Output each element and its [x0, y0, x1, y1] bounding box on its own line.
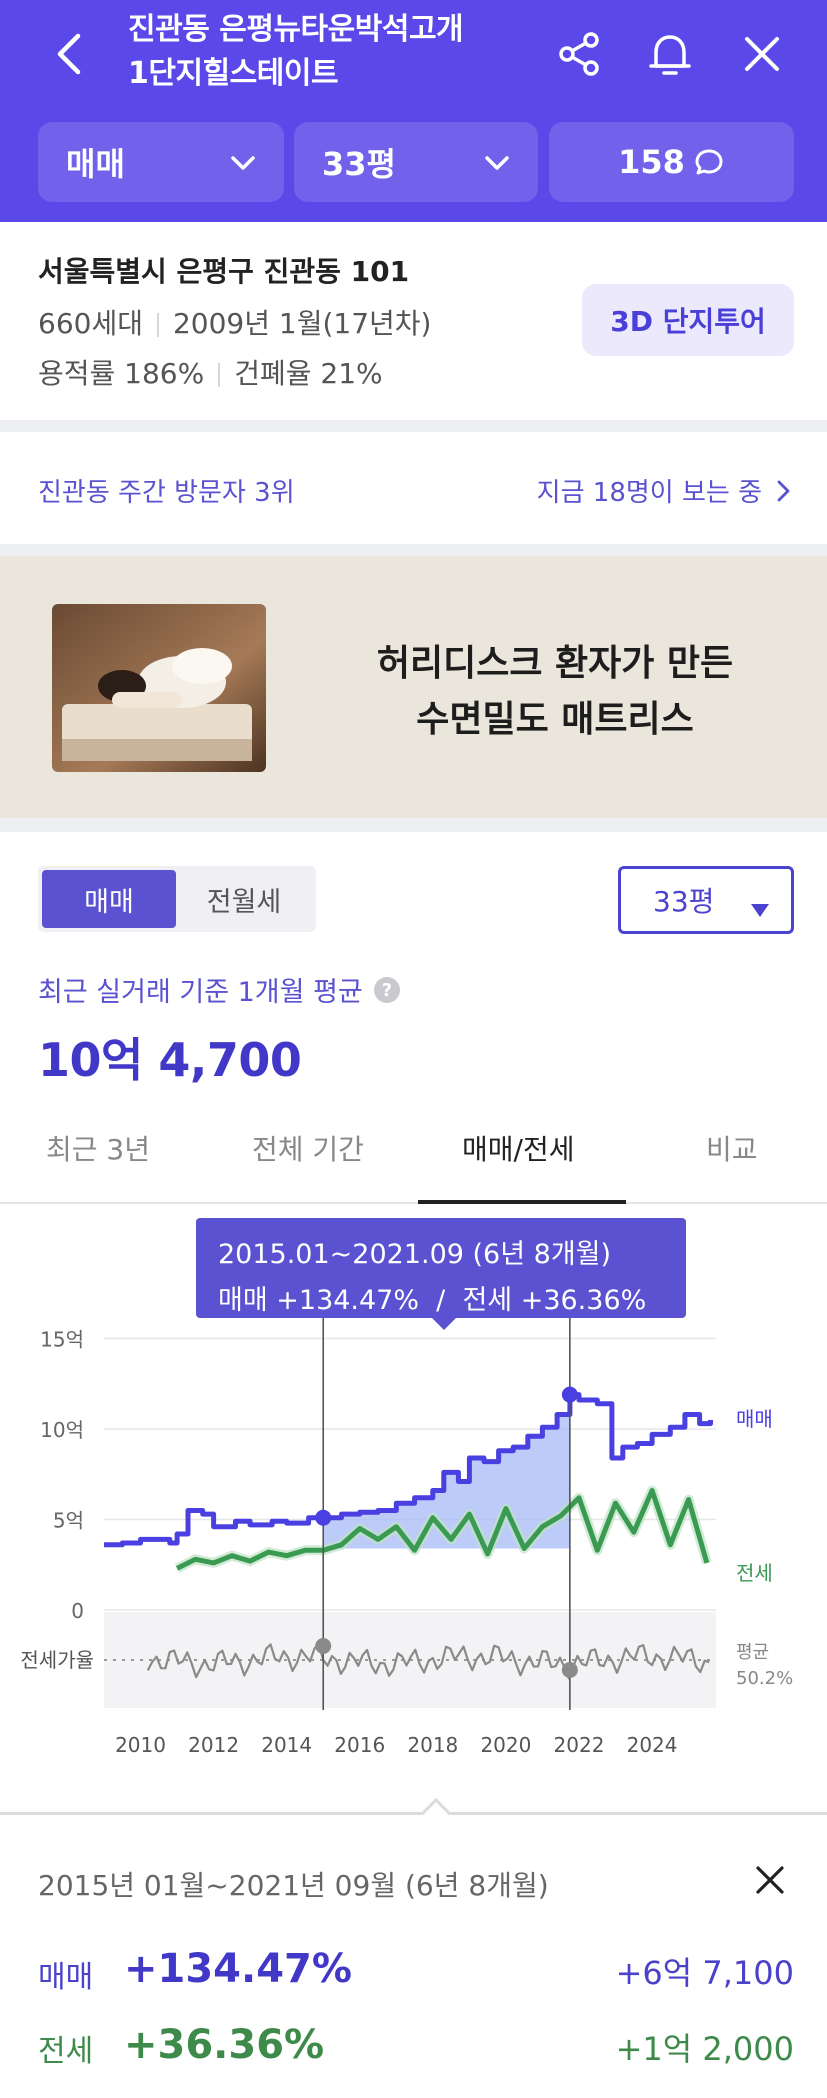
- built-year: 2009년 1월(17년차): [172, 307, 432, 340]
- back-arrow-icon: [57, 33, 81, 75]
- segment-rent[interactable]: 전월세: [176, 870, 312, 928]
- trade-type-dropdown[interactable]: 매매: [38, 122, 284, 202]
- ad-banner[interactable]: 허리디스크 환자가 만든 수면밀도 매트리스: [0, 556, 827, 818]
- ratio-start-point: [315, 1638, 332, 1654]
- x-tick-label: 2020: [480, 1733, 531, 1757]
- viewers-text: 지금 18명이 보는 중: [536, 478, 762, 508]
- section-divider: [0, 544, 827, 556]
- selection-end-point: [561, 1386, 578, 1403]
- summary-close-button[interactable]: [748, 1858, 792, 1902]
- size-value: 33평: [322, 145, 396, 183]
- section-divider: [0, 818, 827, 832]
- summary-sale-change: +134.47%: [124, 1946, 352, 1992]
- x-tick-label: 2022: [554, 1733, 605, 1757]
- y-tick-label: 5억: [53, 1509, 84, 1533]
- chevron-right-icon: [772, 478, 794, 504]
- size-select[interactable]: 33평: [618, 866, 794, 934]
- close-button[interactable]: [734, 26, 790, 82]
- section-divider: [0, 420, 827, 432]
- summary-rent-amount: +1억 2,000: [615, 2030, 794, 2068]
- complex-ratio-line: 용적률 186% 건폐율 21%: [38, 352, 383, 392]
- title-line-1: 진관동 은평뉴타운박석고개: [128, 12, 464, 47]
- title-line-2: 1단지힐스테이트: [128, 56, 339, 91]
- 3d-tour-button[interactable]: 3D 단지투어: [582, 284, 794, 356]
- selection-start-point: [315, 1509, 332, 1526]
- visitor-rank: 진관동 주간 방문자 3위: [38, 478, 295, 508]
- tab-sale-vs-rent[interactable]: 매매/전세: [462, 1128, 574, 1168]
- selection-tooltip: 2015.01~2021.09 (6년 8개월) 매매 +134.47% / 전…: [196, 1218, 686, 1318]
- building-coverage: 건폐율 21%: [234, 357, 383, 390]
- ad-image: [52, 604, 266, 772]
- ratio-average-value: 50.2%: [736, 1668, 793, 1689]
- ratio-average-label: 평균: [736, 1642, 769, 1663]
- size-dropdown[interactable]: 33평: [294, 122, 538, 202]
- floor-area-ratio: 용적률 186%: [38, 357, 205, 390]
- ad-line-1: 허리디스크 환자가 만든: [376, 643, 734, 684]
- comments-button[interactable]: 158: [549, 122, 794, 202]
- close-icon: [745, 37, 779, 71]
- segment-sale[interactable]: 매매: [42, 870, 176, 928]
- chevron-down-icon: [228, 148, 258, 178]
- size-select-value: 33평: [653, 885, 715, 918]
- x-tick-label: 2016: [334, 1733, 385, 1757]
- x-tick-label: 2014: [261, 1733, 312, 1757]
- summary-sale-amount: +6억 7,100: [615, 1954, 794, 1992]
- summary-rent-label: 전세: [38, 2034, 94, 2069]
- average-price: 10억 4,700: [38, 1033, 302, 1087]
- households: 660세대: [38, 307, 143, 340]
- ratio-end-point: [561, 1662, 578, 1678]
- series-label-sale: 매매: [736, 1407, 773, 1431]
- panel-divider: [0, 1812, 827, 1815]
- back-button[interactable]: [48, 26, 94, 82]
- help-icon[interactable]: ?: [373, 976, 401, 1004]
- x-tick-label: 2018: [407, 1733, 458, 1757]
- separator: [218, 363, 221, 387]
- active-tab-indicator: [418, 1200, 626, 1204]
- chevron-down-icon: [482, 148, 512, 178]
- x-tick-label: 2024: [627, 1733, 678, 1757]
- complex-address: 서울특별시 은평구 진관동 101: [38, 255, 410, 288]
- svg-text:?: ?: [382, 980, 392, 1001]
- caret-down-icon: [751, 892, 769, 917]
- summary-sale-label: 매매: [38, 1960, 94, 1995]
- tab-all-period[interactable]: 전체 기간: [252, 1128, 364, 1168]
- tooltip-period: 2015.01~2021.09 (6년 8개월): [218, 1239, 612, 1270]
- comment-count: 158: [618, 143, 685, 181]
- summary-period: 2015년 01월~2021년 09월 (6년 8개월): [38, 1869, 549, 1902]
- share-icon: [559, 32, 599, 76]
- series-label-rent: 전세: [736, 1561, 773, 1585]
- ad-line-2: 수면밀도 매트리스: [416, 699, 694, 740]
- tab-recent-3y[interactable]: 최근 3년: [46, 1128, 150, 1168]
- app-header: 진관동 은평뉴타운박석고개 1단지힐스테이트 매매 33평 158: [0, 0, 827, 222]
- summary-rent-change: +36.36%: [124, 2022, 325, 2068]
- y-tick-label: 0: [71, 1599, 84, 1623]
- share-button[interactable]: [551, 26, 607, 82]
- page-title: 진관동 은평뉴타운박석고개 1단지힐스테이트: [128, 8, 548, 96]
- y-tick-label: 15억: [40, 1328, 84, 1352]
- price-basis: 최근 실거래 기준 1개월 평균 ?: [38, 970, 401, 1009]
- x-tick-label: 2012: [188, 1733, 239, 1757]
- ad-headline: 허리디스크 환자가 만든 수면밀도 매트리스: [300, 636, 810, 748]
- ratio-label: 전세가율: [20, 1648, 94, 1672]
- tooltip-pointer: [432, 1318, 456, 1330]
- trade-type-value: 매매: [66, 145, 125, 183]
- y-tick-label: 10억: [40, 1418, 84, 1442]
- price-basis-text: 최근 실거래 기준 1개월 평균: [38, 977, 363, 1008]
- trade-segment-control: 매매 전월세: [38, 866, 316, 932]
- speech-bubble-icon: [693, 146, 725, 178]
- x-tick-label: 2010: [115, 1733, 166, 1757]
- chart-tabs: 최근 3년 전체 기간 매매/전세 비교: [0, 1106, 827, 1204]
- notification-button[interactable]: [642, 26, 698, 82]
- separator: [156, 313, 159, 337]
- panel-pointer: [421, 1797, 451, 1827]
- complex-summary-line: 660세대 2009년 1월(17년차): [38, 302, 431, 342]
- tab-compare[interactable]: 비교: [706, 1128, 758, 1168]
- close-icon: [756, 1866, 784, 1894]
- bell-icon: [649, 35, 691, 75]
- viewers-link[interactable]: 지금 18명이 보는 중: [537, 472, 794, 509]
